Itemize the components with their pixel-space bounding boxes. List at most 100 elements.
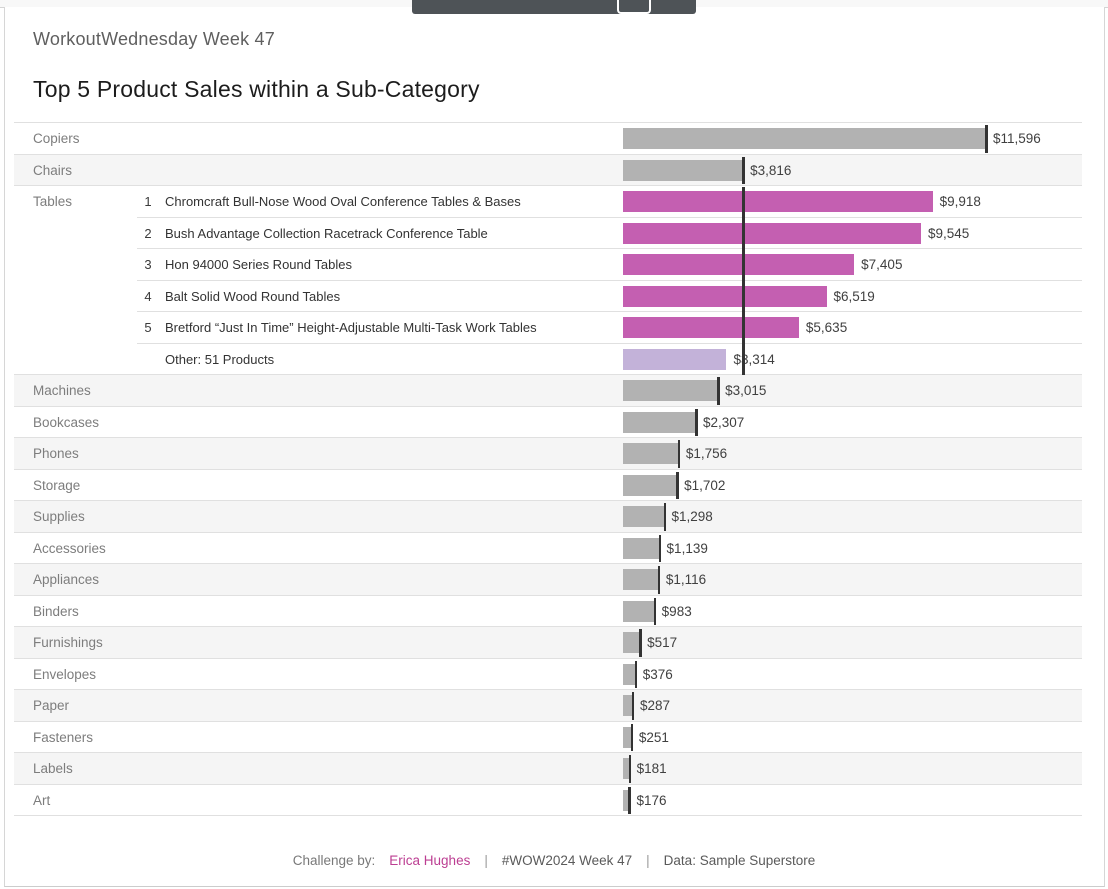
value-label-machines: $3,015 — [725, 375, 766, 407]
subcategory-label-bookcases[interactable]: Bookcases — [33, 407, 99, 439]
reference-line — [742, 187, 745, 375]
value-label-envelopes: $376 — [643, 659, 673, 691]
row-binders[interactable]: Binders$983 — [14, 596, 1082, 628]
subcategory-label-supplies[interactable]: Supplies — [33, 501, 85, 533]
row-copiers[interactable]: Copiers $11,596 — [14, 123, 1082, 155]
bar-fasteners[interactable] — [623, 727, 631, 748]
row-bretford-just-in-time-height-adjustable-multi-task-work-tables: 5Bretford “Just In Time” Height-Adjustab… — [14, 312, 1082, 344]
bar-envelopes[interactable] — [623, 664, 635, 685]
row-storage[interactable]: Storage$1,702 — [14, 470, 1082, 502]
product-label: Hon 94000 Series Round Tables — [165, 249, 352, 281]
subcategory-label-tables[interactable]: Tables — [33, 186, 72, 218]
row-chairs[interactable]: Chairs $3,816 — [14, 155, 1082, 187]
row-bookcases[interactable]: Bookcases $2,307 — [14, 407, 1082, 439]
challenge-author-link[interactable]: Erica Hughes — [389, 853, 470, 868]
subcategory-label-phones[interactable]: Phones — [33, 438, 79, 470]
bar-end-cap — [632, 692, 635, 720]
subcategory-label-envelopes[interactable]: Envelopes — [33, 659, 96, 691]
bar-machines[interactable] — [623, 380, 717, 401]
subcategory-label-labels[interactable]: Labels — [33, 753, 73, 785]
bar-chairs[interactable] — [623, 160, 742, 181]
bar-end-cap — [629, 755, 632, 783]
value-label-labels: $181 — [637, 753, 667, 785]
row-supplies[interactable]: Supplies$1,298 — [14, 501, 1082, 533]
row-other-51-products: Other: 51 Products$3,314 — [14, 344, 1082, 376]
bar-supplies[interactable] — [623, 506, 664, 527]
value-label-bush-advantage-collection-racetrack-conference-table: $9,545 — [928, 218, 969, 250]
product-rank: 4 — [140, 281, 156, 313]
subcategory-label-chairs[interactable]: Chairs — [33, 155, 72, 187]
subcategory-label-appliances[interactable]: Appliances — [33, 564, 99, 596]
value-label-phones: $1,756 — [686, 438, 727, 470]
bar-phones[interactable] — [623, 443, 678, 464]
bar-chart: Copiers$11,596Chairs$3,816Tables1Chromcr… — [14, 122, 1082, 816]
bar-bretford-just-in-time-height-adjustable-multi-task-work-tables[interactable] — [623, 317, 799, 338]
bar-bookcases[interactable] — [623, 412, 695, 433]
footer-hashtag: #WOW2024 Week 47 — [502, 853, 632, 868]
browser-overlay-toolbar — [412, 0, 696, 14]
bar-end-cap — [659, 535, 662, 563]
footer-data-source: Data: Sample Superstore — [664, 853, 816, 868]
bar-furnishings[interactable] — [623, 632, 639, 653]
row-balt-solid-wood-round-tables: 4Balt Solid Wood Round Tables$6,519 — [14, 281, 1082, 313]
row-appliances[interactable]: Appliances$1,116 — [14, 564, 1082, 596]
subcategory-label-storage[interactable]: Storage — [33, 470, 80, 502]
product-rank: 3 — [140, 249, 156, 281]
value-label-chromcraft-bull-nose-wood-oval-conference-tables-bases: $9,918 — [940, 186, 981, 218]
row-labels[interactable]: Labels $181 — [14, 753, 1082, 785]
bar-end-cap — [628, 787, 631, 815]
bar-paper[interactable] — [623, 695, 632, 716]
chart-title: Top 5 Product Sales within a Sub-Categor… — [33, 76, 480, 103]
toolbar-button[interactable] — [617, 0, 651, 14]
subcategory-label-copiers[interactable]: Copiers — [33, 123, 80, 155]
row-machines[interactable]: Machines $3,015 — [14, 375, 1082, 407]
row-hon-94000-series-round-tables: 3 Hon 94000 Series Round Tables $7,405 — [14, 249, 1082, 281]
bar-accessories[interactable] — [623, 538, 659, 559]
subcategory-label-paper[interactable]: Paper — [33, 690, 69, 722]
bar-end-cap — [678, 440, 681, 468]
subcategory-label-fasteners[interactable]: Fasteners — [33, 722, 93, 754]
bar-end-cap — [664, 503, 667, 531]
bar-end-cap — [654, 598, 657, 626]
value-label-chairs: $3,816 — [750, 155, 791, 187]
footer-caption: Challenge by: Erica Hughes | #WOW2024 We… — [4, 846, 1104, 874]
value-label-copiers: $11,596 — [993, 123, 1041, 155]
value-label-fasteners: $251 — [639, 722, 669, 754]
bar-other-51-products[interactable] — [623, 349, 726, 370]
bar-chromcraft-bull-nose-wood-oval-conference-tables-bases[interactable] — [623, 191, 933, 212]
row-accessories[interactable]: Accessories$1,139 — [14, 533, 1082, 565]
value-label-bretford-just-in-time-height-adjustable-multi-task-work-tables: $5,635 — [806, 312, 847, 344]
bar-end-cap — [631, 724, 634, 752]
product-rank: 2 — [140, 218, 156, 250]
value-label-art: $176 — [636, 785, 666, 817]
tableau-dashboard: WorkoutWednesday Week 47 Top 5 Product S… — [0, 0, 1108, 889]
bar-binders[interactable] — [623, 601, 654, 622]
subcategory-label-binders[interactable]: Binders — [33, 596, 79, 628]
row-furnishings[interactable]: Furnishings $517 — [14, 627, 1082, 659]
bar-storage[interactable] — [623, 475, 676, 496]
value-label-furnishings: $517 — [647, 627, 677, 659]
bar-copiers[interactable] — [623, 128, 985, 149]
subcategory-label-furnishings[interactable]: Furnishings — [33, 627, 103, 659]
row-bush-advantage-collection-racetrack-conference-table: 2Bush Advantage Collection Racetrack Con… — [14, 218, 1082, 250]
row-paper[interactable]: Paper$287 — [14, 690, 1082, 722]
row-art[interactable]: Art $176 — [14, 785, 1082, 817]
subcategory-label-machines[interactable]: Machines — [33, 375, 91, 407]
bar-bush-advantage-collection-racetrack-conference-table[interactable] — [623, 223, 921, 244]
footer-separator: | — [484, 853, 488, 868]
bar-appliances[interactable] — [623, 569, 658, 590]
bar-hon-94000-series-round-tables[interactable] — [623, 254, 854, 275]
subcategory-label-accessories[interactable]: Accessories — [33, 533, 106, 565]
value-label-hon-94000-series-round-tables: $7,405 — [861, 249, 902, 281]
row-phones[interactable]: Phones $1,756 — [14, 438, 1082, 470]
row-envelopes[interactable]: Envelopes $376 — [14, 659, 1082, 691]
product-label: Chromcraft Bull-Nose Wood Oval Conferenc… — [165, 186, 521, 218]
bar-end-cap — [985, 125, 988, 153]
workbook-title: WorkoutWednesday Week 47 — [33, 29, 275, 50]
bar-balt-solid-wood-round-tables[interactable] — [623, 286, 827, 307]
value-label-bookcases: $2,307 — [703, 407, 744, 439]
row-fasteners[interactable]: Fasteners $251 — [14, 722, 1082, 754]
subcategory-label-art[interactable]: Art — [33, 785, 50, 817]
footer-separator: | — [646, 853, 650, 868]
bar-end-cap — [695, 409, 698, 437]
